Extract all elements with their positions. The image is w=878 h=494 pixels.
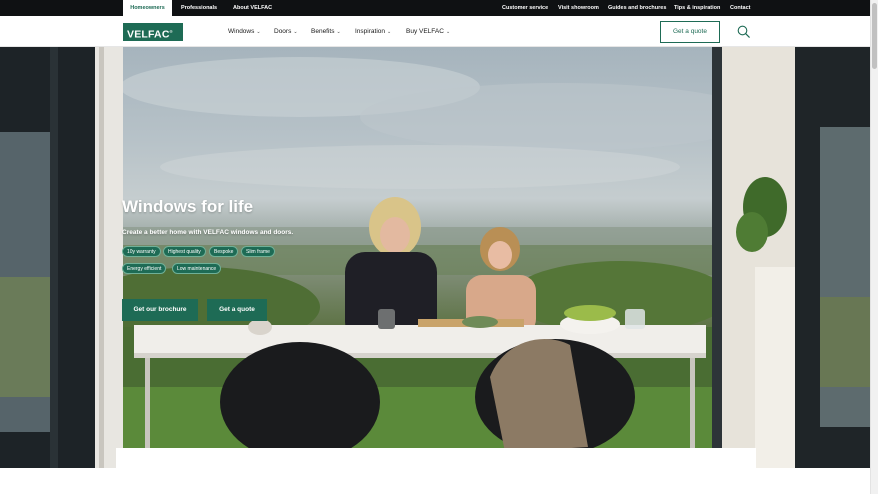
nav-label: Benefits xyxy=(311,28,335,35)
tag-slim-frame: Slim frame xyxy=(241,246,275,257)
tag-bespoke: Bespoke xyxy=(209,246,239,257)
link-visit-showroom[interactable]: Visit showroom xyxy=(558,0,599,16)
link-contact[interactable]: Contact xyxy=(730,0,750,16)
nav-buy-velfac[interactable]: Buy VELFAC ⌄ xyxy=(406,16,450,47)
tag-highest-quality: Highest quality xyxy=(163,246,206,257)
nav-windows[interactable]: Windows ⌄ xyxy=(228,16,261,47)
nav-label: Buy VELFAC xyxy=(406,28,444,35)
chevron-down-icon: ⌄ xyxy=(293,29,298,35)
tag-energy-efficient: Energy efficient xyxy=(122,263,167,274)
chevron-down-icon: ⌄ xyxy=(445,29,451,35)
nav-inspiration[interactable]: Inspiration ⌄ xyxy=(355,16,391,47)
hero-get-quote-button[interactable]: Get a quote xyxy=(207,299,267,321)
hero-subtitle: Create a better home with VELFAC windows… xyxy=(122,229,294,236)
nav-label: Inspiration xyxy=(355,28,385,35)
tag-low-maintenance: Low maintenance xyxy=(172,263,222,274)
get-a-quote-button[interactable]: Get a quote xyxy=(660,21,720,43)
logo-registered-mark: ® xyxy=(169,29,173,34)
link-tips-inspiration[interactable]: Tips & inspiration xyxy=(674,0,720,16)
hero-title: Windows for life xyxy=(122,197,254,216)
tab-professionals[interactable]: Professionals xyxy=(181,0,217,16)
link-guides-brochures[interactable]: Guides and brochures xyxy=(608,0,666,16)
velfac-logo[interactable]: VELFAC® xyxy=(123,23,183,41)
chevron-down-icon: ⌄ xyxy=(256,29,261,35)
logo-text: VELFAC xyxy=(127,28,170,41)
top-utility-bar: Homeowners Professionals About VELFAC Cu… xyxy=(0,0,870,16)
nav-benefits[interactable]: Benefits ⌄ xyxy=(311,16,341,47)
nav-label: Doors xyxy=(274,28,292,35)
scrollbar-thumb[interactable] xyxy=(872,3,877,69)
hero-section: Windows for life Create a better home wi… xyxy=(0,47,870,468)
nav-label: Windows xyxy=(228,28,255,35)
page-scrollbar[interactable] xyxy=(870,0,878,494)
tab-homeowners[interactable]: Homeowners xyxy=(123,0,172,16)
tag-warranty: 10y warranty xyxy=(122,246,161,257)
chevron-down-icon: ⌄ xyxy=(387,29,392,35)
search-icon[interactable] xyxy=(737,25,750,38)
get-brochure-button[interactable]: Get our brochure xyxy=(122,299,198,321)
link-customer-service[interactable]: Customer service xyxy=(502,0,548,16)
content-card xyxy=(116,448,756,494)
nav-doors[interactable]: Doors ⌄ xyxy=(274,16,298,47)
tab-about-velfac[interactable]: About VELFAC xyxy=(233,0,272,16)
hero-image xyxy=(0,47,870,468)
chevron-down-icon: ⌄ xyxy=(336,29,341,35)
main-header: VELFAC® Windows ⌄ Doors ⌄ Benefits ⌄ Inspir… xyxy=(0,16,870,47)
